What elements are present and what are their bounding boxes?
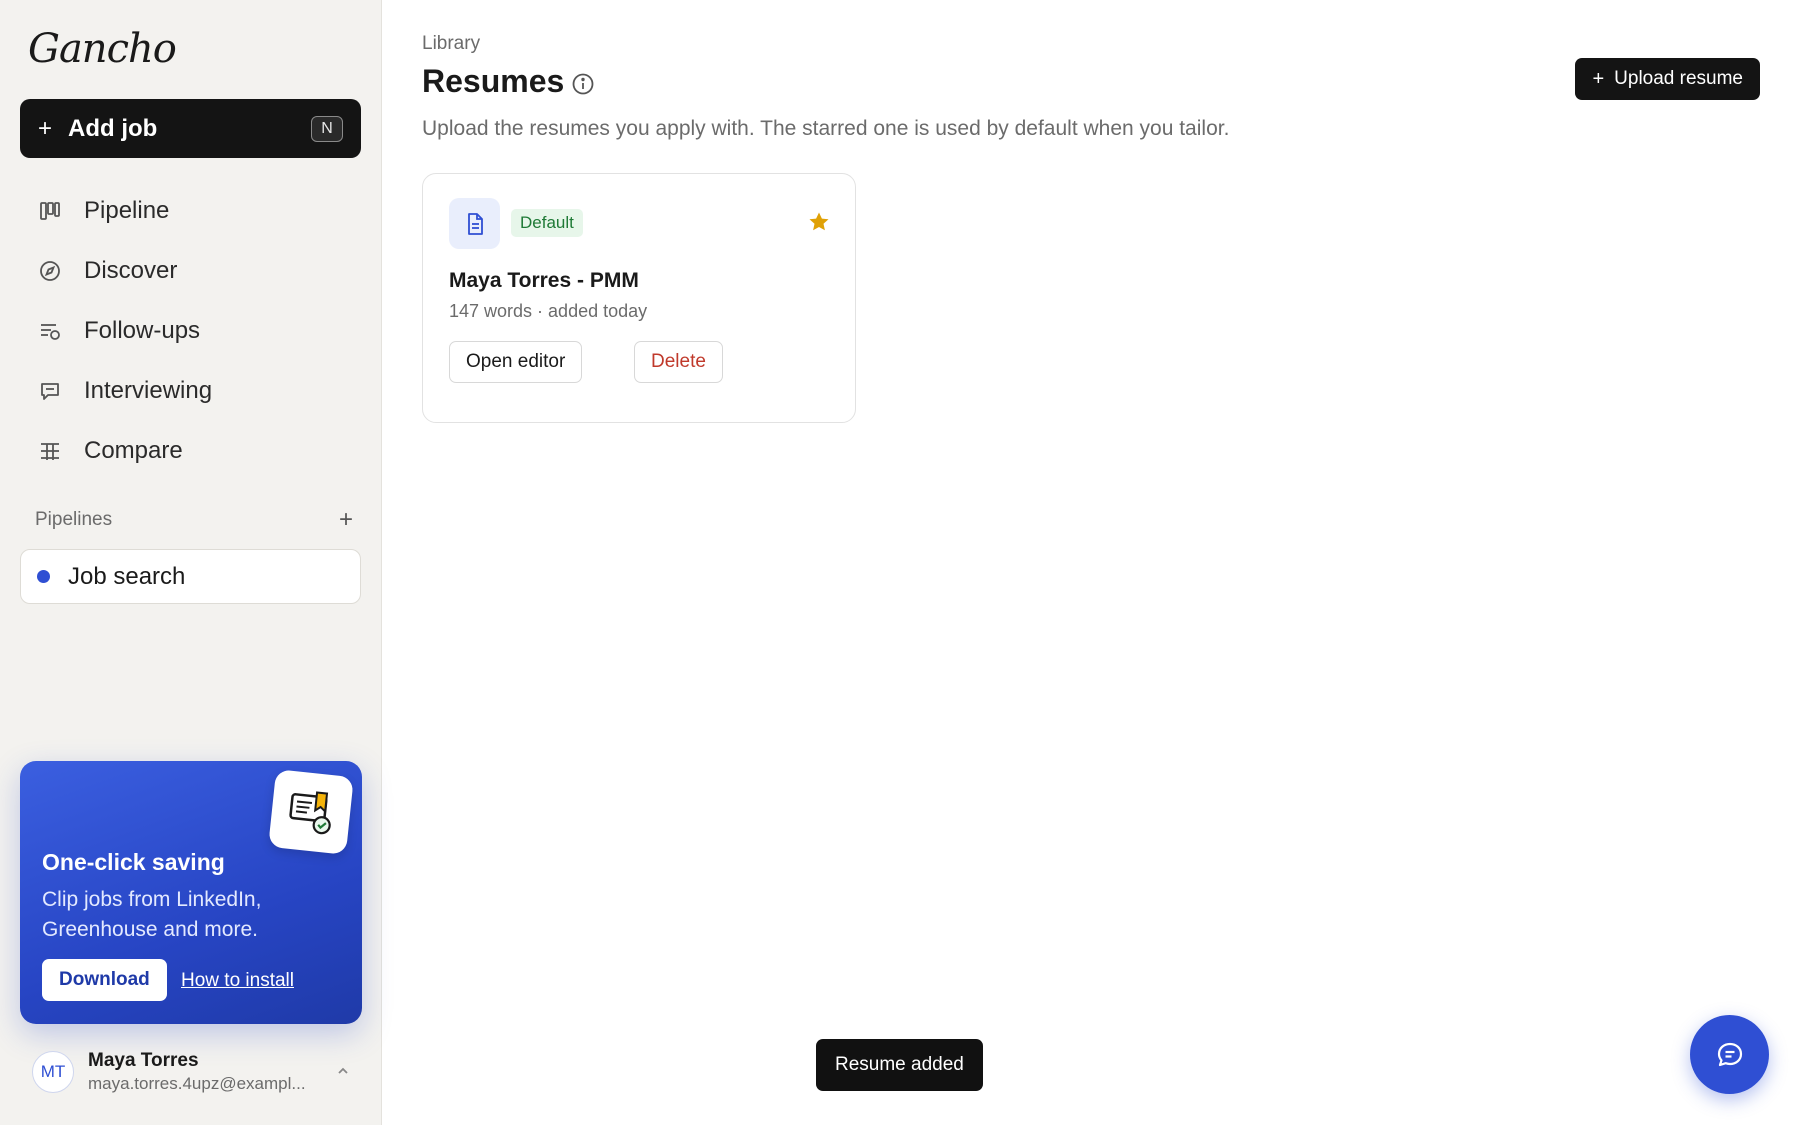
how-to-install-link[interactable]: How to install [181, 970, 294, 992]
upload-resume-label: Upload resume [1614, 68, 1743, 89]
sidebar: Gancho + Add job N Pipeline Discover Fol… [0, 0, 382, 1125]
nav-item-label: Pipeline [84, 197, 170, 224]
delete-button[interactable]: Delete [634, 341, 723, 383]
breadcrumb[interactable]: Library [422, 33, 480, 55]
pipeline-item-job-search[interactable]: Job search [20, 549, 361, 604]
nav-item-pipeline[interactable]: Pipeline [20, 181, 361, 241]
table-icon [38, 439, 62, 463]
download-extension-button[interactable]: Download [42, 959, 167, 1001]
nav-item-interviewing[interactable]: Interviewing [20, 361, 361, 421]
plus-icon: + [1592, 67, 1605, 90]
user-email: maya.torres.4upz@exampl... [88, 1074, 306, 1093]
nav-item-discover[interactable]: Discover [20, 241, 361, 301]
resume-card: Default Maya Torres - PMM 147 words · ad… [422, 173, 856, 423]
page-title: Resumes [422, 63, 565, 99]
add-pipeline-button[interactable]: + [339, 508, 353, 532]
open-editor-button[interactable]: Open editor [449, 341, 583, 383]
resume-name: Maya Torres - PMM [449, 269, 639, 292]
chat-icon [1717, 1042, 1742, 1066]
avatar: MT [32, 1051, 74, 1093]
toast-notification: Resume added [816, 1039, 983, 1091]
pipelines-heading: Pipelines [35, 509, 113, 530]
main-content: Library Resumes Upload the resumes you a… [383, 0, 1800, 1125]
page-subtitle: Upload the resumes you apply with. The s… [422, 117, 1230, 140]
nav-item-label: Discover [84, 257, 178, 284]
brand-logo[interactable]: Gancho [28, 26, 177, 72]
chat-bubble-icon [38, 379, 62, 403]
promo-description: Clip jobs from LinkedIn, Greenhouse and … [42, 888, 262, 941]
chevron-up-icon [336, 1064, 350, 1081]
add-job-label: Add job [68, 114, 158, 142]
list-clock-icon [38, 319, 62, 343]
upload-resume-button[interactable]: + Upload resume [1575, 58, 1760, 100]
default-badge: Default [511, 209, 583, 237]
clipper-illustration-icon [268, 769, 354, 855]
main-nav: Pipeline Discover Follow-ups Interviewin… [20, 181, 361, 481]
kanban-icon [38, 199, 62, 223]
nav-item-label: Interviewing [84, 377, 213, 404]
pipeline-color-dot [37, 570, 50, 583]
user-menu[interactable]: MT Maya Torres maya.torres.4upz@exampl..… [32, 1050, 350, 1094]
promo-title: One-click saving [42, 849, 225, 875]
nav-item-label: Compare [84, 437, 183, 464]
star-icon[interactable] [807, 210, 831, 234]
document-icon [449, 198, 500, 249]
extension-promo-card: One-click saving Clip jobs from LinkedIn… [20, 761, 362, 1024]
nav-item-compare[interactable]: Compare [20, 421, 361, 481]
add-job-button[interactable]: + Add job N [20, 99, 361, 158]
resume-meta: 147 words · added today [449, 301, 648, 321]
user-info: Maya Torres maya.torres.4upz@exampl... [88, 1050, 306, 1094]
shortcut-key: N [311, 115, 343, 142]
info-icon[interactable] [571, 72, 595, 96]
nav-item-label: Follow-ups [84, 317, 201, 344]
pipelines-header: Pipelines + [35, 508, 353, 532]
chat-support-button[interactable] [1690, 1015, 1769, 1094]
plus-icon: + [38, 114, 53, 142]
nav-item-follow-ups[interactable]: Follow-ups [20, 301, 361, 361]
pipeline-item-label: Job search [68, 562, 186, 590]
compass-icon [38, 259, 62, 283]
user-name: Maya Torres [88, 1050, 199, 1071]
